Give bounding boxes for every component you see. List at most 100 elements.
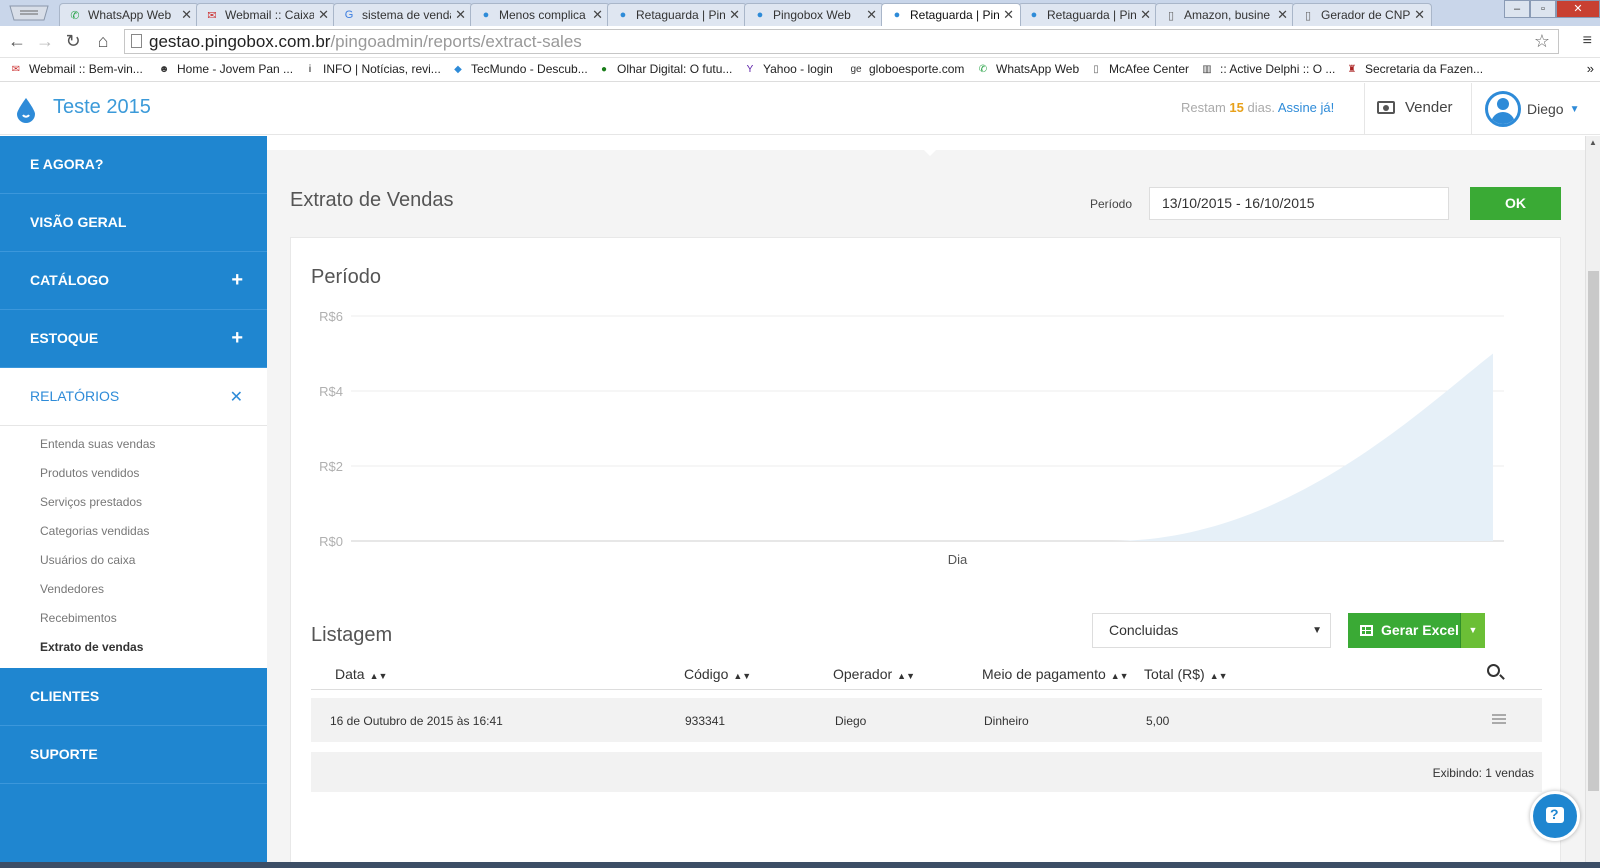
- close-icon[interactable]: ✕: [1140, 7, 1151, 23]
- period-label: Período: [1090, 197, 1133, 211]
- maximize-icon[interactable]: ▫: [1530, 0, 1556, 18]
- forward-icon[interactable]: →: [34, 31, 56, 52]
- export-options-dropdown[interactable]: ▼: [1460, 613, 1485, 648]
- col-payment[interactable]: Meio de pagamento ▲▼: [982, 666, 1129, 682]
- reload-icon[interactable]: ↻: [62, 31, 84, 52]
- home-icon[interactable]: ⌂: [92, 31, 114, 52]
- scroll-up-icon[interactable]: ▲: [1589, 138, 1597, 147]
- browser-tab[interactable]: ● Retaguarda | Pin ✕: [1018, 3, 1158, 26]
- export-excel-button[interactable]: Gerar Excel: [1348, 613, 1460, 648]
- os-taskbar: [0, 862, 1600, 868]
- submenu-item[interactable]: Produtos vendidos: [0, 459, 267, 488]
- status-select-value: Concluidas: [1109, 622, 1179, 638]
- submenu-item[interactable]: Usuários do caixa: [0, 546, 267, 575]
- submenu-item[interactable]: Serviços prestados: [0, 488, 267, 517]
- period-date-range-input[interactable]: 13/10/2015 - 16/10/2015: [1149, 187, 1449, 220]
- bookmark-item[interactable]: i INFO | Notícias, revi...: [302, 62, 441, 76]
- bookmarks-bar: ✉ Webmail :: Bem-vin... ☻ Home - Jovem Pan …: [0, 58, 1600, 82]
- scroll-thumb[interactable]: [1588, 271, 1599, 791]
- sidebar-item[interactable]: E AGORA?: [0, 136, 267, 194]
- browser-tab[interactable]: ✉ Webmail :: Caixa ✕: [196, 3, 336, 26]
- bookmark-item[interactable]: ge globoesporte.com: [848, 62, 964, 76]
- delphi-icon: ▥: [1202, 63, 1212, 75]
- bookmark-item[interactable]: ✉ Webmail :: Bem-vin...: [8, 62, 143, 76]
- main-content: Extrato de Vendas Período 13/10/2015 - 1…: [267, 136, 1585, 868]
- status-select[interactable]: Concluidas ▼: [1092, 613, 1331, 648]
- row-menu-icon[interactable]: [1492, 714, 1506, 724]
- close-icon[interactable]: ✕: [866, 7, 877, 23]
- subscribe-link[interactable]: Assine já!: [1278, 100, 1334, 115]
- bookmark-item[interactable]: ▥:: Active Delphi :: O ...: [1199, 62, 1335, 76]
- submenu-item[interactable]: Vendedores: [0, 575, 267, 604]
- page-icon: ▯: [1093, 63, 1099, 75]
- bookmark-item[interactable]: ◆ TecMundo - Descub...: [450, 62, 588, 76]
- sidebar-item[interactable]: CLIENTES: [0, 668, 267, 726]
- submenu-item[interactable]: Extrato de vendas: [0, 633, 267, 662]
- bookmark-item[interactable]: ● Olhar Digital: O futu...: [596, 62, 732, 76]
- ok-button[interactable]: OK: [1470, 187, 1561, 220]
- browser-tab[interactable]: ✆ WhatsApp Web ✕: [59, 3, 199, 26]
- col-label: Data: [335, 666, 365, 682]
- close-icon[interactable]: ✕: [1277, 7, 1288, 23]
- close-icon[interactable]: ✕: [729, 7, 740, 23]
- close-icon[interactable]: ✕: [592, 7, 603, 23]
- close-icon[interactable]: ✕: [230, 370, 243, 426]
- browser-menu-icon[interactable]: [4, 2, 54, 24]
- col-code[interactable]: Código ▲▼: [684, 666, 751, 682]
- browser-tab[interactable]: ▯ Amazon, busine ✕: [1155, 3, 1295, 26]
- url-input[interactable]: gestao.pingobox.com.br/pingoadmin/report…: [124, 29, 1559, 54]
- pingobox-logo-icon[interactable]: [15, 97, 37, 123]
- help-chat-button[interactable]: ?: [1530, 791, 1580, 841]
- sidebar-item[interactable]: ESTOQUE +: [0, 310, 267, 368]
- bookmark-item[interactable]: Y Yahoo - login: [742, 62, 833, 76]
- search-icon[interactable]: [1487, 664, 1500, 677]
- bookmark-item[interactable]: ✆ WhatsApp Web: [975, 62, 1079, 76]
- submenu-item[interactable]: Categorias vendidas: [0, 517, 267, 546]
- col-operator[interactable]: Operador ▲▼: [833, 666, 915, 682]
- col-label: Meio de pagamento: [982, 666, 1106, 682]
- close-icon[interactable]: ✕: [455, 7, 466, 23]
- sidebar-item-label: SUPORTE: [30, 746, 98, 762]
- close-icon[interactable]: ✕: [181, 7, 192, 23]
- reports-submenu: Entenda suas vendas Produtos vendidos Serv…: [0, 426, 267, 668]
- close-icon[interactable]: ✕: [318, 7, 329, 23]
- sidebar-item[interactable]: CATÁLOGO +: [0, 252, 267, 310]
- submenu-item[interactable]: Recebimentos: [0, 604, 267, 633]
- sell-button[interactable]: Vender: [1377, 99, 1453, 116]
- browser-tab[interactable]: ▯ Gerador de CNP ✕: [1292, 3, 1432, 26]
- browser-tab[interactable]: ● Pingobox Web ✕: [744, 3, 884, 26]
- browser-tab[interactable]: ● Retaguarda | Pin ✕: [881, 3, 1021, 26]
- browser-tab[interactable]: Gsistema de venda ✕: [333, 3, 473, 26]
- col-total[interactable]: Total (R$) ▲▼: [1144, 666, 1228, 682]
- bookmark-item[interactable]: ▯ McAfee Center: [1088, 62, 1189, 76]
- bookmark-item[interactable]: ☻ Home - Jovem Pan ...: [156, 62, 293, 76]
- sidebar-item[interactable]: VISÃO GERAL: [0, 194, 267, 252]
- table-row[interactable]: 16 de Outubro de 2015 às 16:41 933341 Di…: [311, 698, 1542, 742]
- bookmark-label: globoesporte.com: [869, 62, 965, 76]
- close-icon[interactable]: ✕: [1003, 7, 1014, 23]
- close-window-icon[interactable]: ✕: [1556, 0, 1600, 18]
- bookmarks-overflow-icon[interactable]: »: [1587, 61, 1594, 76]
- user-menu[interactable]: Diego ▼: [1485, 91, 1580, 127]
- bookmark-item[interactable]: ♜ Secretaria da Fazen...: [1344, 62, 1484, 76]
- cell-total: 5,00: [1146, 714, 1170, 728]
- minimize-icon[interactable]: –: [1504, 0, 1530, 18]
- close-icon[interactable]: ✕: [1414, 7, 1425, 23]
- sidebar-item-relatorios[interactable]: RELATÓRIOS ✕: [0, 368, 267, 426]
- scrollbar[interactable]: ▲: [1585, 136, 1600, 868]
- browser-tab[interactable]: ● Retaguarda | Pin ✕: [607, 3, 747, 26]
- sidebar-item[interactable]: SUPORTE: [0, 726, 267, 784]
- browser-tab[interactable]: ● Menos complica ✕: [470, 3, 610, 26]
- sort-icon: ▲▼: [1110, 671, 1129, 681]
- submenu-item[interactable]: Entenda suas vendas: [0, 430, 267, 459]
- plus-icon[interactable]: +: [231, 252, 243, 308]
- browser-tab-label: Pingobox Web: [773, 8, 851, 22]
- chrome-menu-icon[interactable]: ≡: [1583, 32, 1592, 50]
- back-icon[interactable]: ←: [6, 31, 28, 52]
- plus-icon[interactable]: +: [231, 310, 243, 366]
- bookmark-star-icon[interactable]: ☆: [1534, 30, 1550, 53]
- col-date[interactable]: Data ▲▼: [335, 666, 387, 682]
- store-name[interactable]: Teste 2015: [53, 96, 151, 119]
- whatsapp-icon: ✆: [70, 9, 80, 22]
- trial-days: 15: [1229, 100, 1244, 115]
